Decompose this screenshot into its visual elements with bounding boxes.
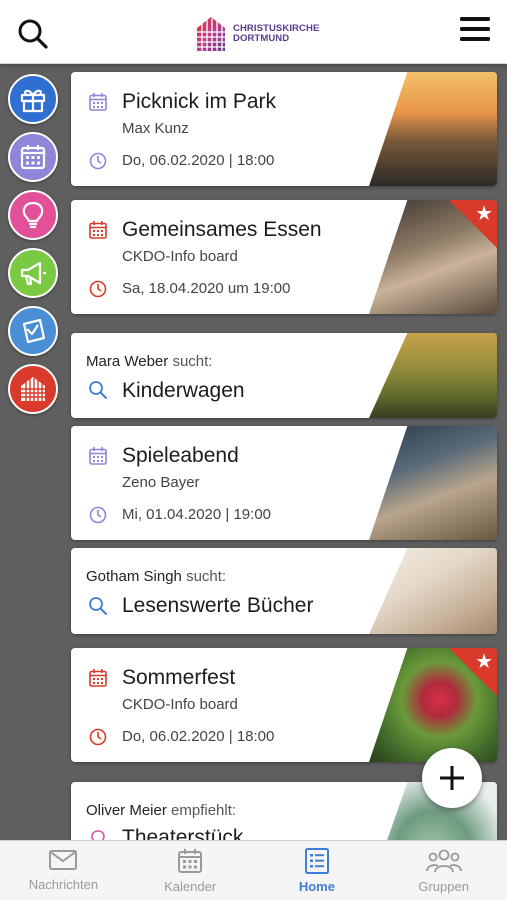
event-date: Mi, 01.04.2020 | 19:00 — [122, 506, 272, 523]
calendar-icon — [89, 221, 107, 239]
app-header: CHRISTUSKIRCHE DORTMUND — [0, 0, 507, 64]
search-title: Kinderwagen — [122, 379, 245, 402]
recommend-verb: empfiehlt: — [171, 802, 237, 819]
request-verb: sucht: — [186, 568, 227, 585]
search-photo — [369, 333, 497, 418]
event-organizer: Max Kunz — [122, 120, 189, 137]
requester-name: Mara Weber — [86, 353, 169, 370]
calendar-icon — [89, 669, 107, 687]
home-list-icon — [304, 848, 329, 874]
category-announcements-button[interactable] — [8, 248, 58, 298]
search-title: Lesenswerte Bücher — [122, 594, 314, 617]
category-notes-button[interactable] — [8, 306, 58, 356]
add-post-button[interactable] — [422, 748, 482, 808]
app-logo: CHRISTUSKIRCHE DORTMUND — [194, 14, 319, 54]
menu-button[interactable] — [459, 15, 491, 43]
search-requester: Gotham Singh sucht: — [86, 568, 226, 585]
plus-icon — [440, 766, 464, 790]
recommendation-author: Oliver Meier empfiehlt: — [86, 802, 236, 819]
calendar-icon — [20, 145, 46, 170]
category-church-button[interactable] — [8, 364, 58, 414]
clock-icon — [89, 280, 107, 298]
event-title: Gemeinsames Essen — [122, 218, 322, 241]
megaphone-icon — [20, 261, 46, 286]
recommender-name: Oliver Meier — [86, 802, 167, 819]
group-icon — [425, 849, 462, 873]
event-organizer: Zeno Bayer — [122, 474, 200, 491]
gift-icon — [20, 89, 46, 113]
requester-name: Gotham Singh — [86, 568, 182, 585]
category-gifts-button[interactable] — [8, 74, 58, 124]
nav-item-home[interactable]: Home — [254, 841, 381, 900]
event-organizer: CKDO-Info board — [122, 696, 238, 713]
event-card[interactable]: Spieleabend Zeno Bayer Mi, 01.04.2020 | … — [71, 426, 497, 540]
mail-icon — [49, 850, 78, 870]
church-logo-icon — [197, 17, 225, 51]
clock-icon — [89, 506, 107, 524]
star-icon: ★ — [475, 201, 493, 225]
nav-label: Nachrichten — [28, 877, 99, 892]
search-photo — [369, 548, 497, 634]
calendar-icon — [89, 93, 107, 111]
nav-item-nachrichten[interactable]: Nachrichten — [0, 841, 127, 900]
search-card[interactable]: Mara Weber sucht: Kinderwagen — [71, 333, 497, 418]
event-organizer: CKDO-Info board — [122, 248, 238, 265]
event-card[interactable]: Picknick im Park Max Kunz Do, 06.02.2020… — [71, 72, 497, 186]
event-card[interactable]: Sommerfest CKDO-Info board Do, 06.02.202… — [71, 648, 497, 762]
request-verb: sucht: — [172, 353, 213, 370]
search-button[interactable] — [16, 17, 50, 51]
search-icon — [89, 597, 107, 615]
event-photo — [369, 426, 497, 540]
lightbulb-icon — [22, 201, 44, 229]
clock-icon — [89, 728, 107, 746]
search-card[interactable]: Gotham Singh sucht: Lesenswerte Bücher — [71, 548, 497, 634]
clock-icon — [89, 152, 107, 170]
search-icon — [89, 381, 107, 399]
event-card[interactable]: Gemeinsames Essen CKDO-Info board Sa, 18… — [71, 200, 497, 314]
hamburger-menu-icon — [460, 17, 490, 41]
event-date: Do, 06.02.2020 | 18:00 — [122, 728, 275, 745]
event-date: Sa, 18.04.2020 um 19:00 — [122, 280, 291, 297]
category-calendar-button[interactable] — [8, 132, 58, 182]
logo-line-2: DORTMUND — [233, 33, 290, 44]
event-date: Do, 06.02.2020 | 18:00 — [122, 152, 275, 169]
event-title: Sommerfest — [122, 666, 236, 689]
nav-label: Kalender — [164, 879, 217, 894]
category-rail — [0, 65, 66, 840]
nav-item-gruppen[interactable]: Gruppen — [380, 841, 507, 900]
note-icon — [22, 318, 46, 344]
calendar-icon — [178, 849, 203, 873]
nav-label: Gruppen — [418, 879, 469, 894]
search-icon — [18, 19, 48, 49]
category-ideas-button[interactable] — [8, 190, 58, 240]
nav-label: Home — [298, 879, 335, 894]
search-requester: Mara Weber sucht: — [86, 353, 212, 370]
event-title: Spieleabend — [122, 444, 239, 467]
calendar-icon — [89, 447, 107, 465]
church-icon — [21, 377, 45, 401]
event-title: Picknick im Park — [122, 90, 277, 113]
star-icon: ★ — [475, 649, 493, 673]
event-photo — [369, 72, 497, 186]
nav-item-kalender[interactable]: Kalender — [127, 841, 254, 900]
bottom-navigation: Nachrichten Kalender Home Gruppen — [0, 840, 507, 900]
